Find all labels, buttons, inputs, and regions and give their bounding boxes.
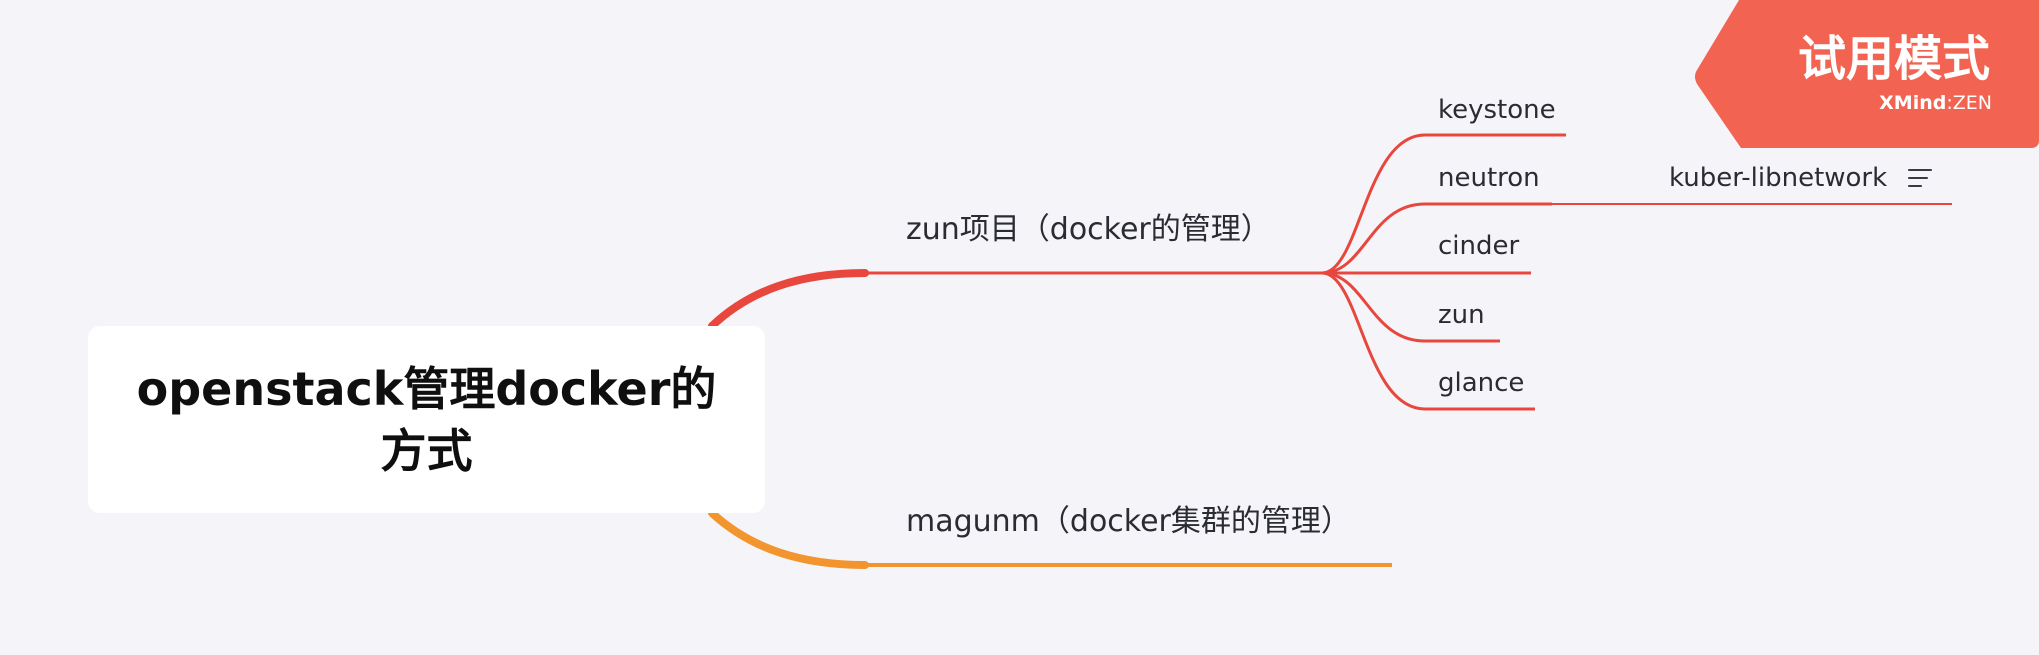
root-topic-label: openstack管理docker的方式: [136, 361, 717, 478]
subtopic-cinder[interactable]: cinder: [1438, 230, 1519, 262]
subtopic-glance[interactable]: glance: [1438, 367, 1524, 399]
trial-mode-text: 试用模式: [1797, 31, 1990, 87]
xmind-zen-logo: XMind:ZEN: [1879, 92, 1992, 114]
connector-keystone: [1321, 133, 1426, 275]
topic-magunm[interactable]: magunm（docker集群的管理）: [906, 504, 1351, 540]
root-topic[interactable]: openstack管理docker的方式: [88, 326, 765, 513]
connector-root-zun: [708, 269, 869, 330]
brand-bold: XMind: [1879, 92, 1947, 114]
subtopic-zun[interactable]: zun: [1438, 299, 1485, 331]
topic-zun-project[interactable]: zun项目（docker的管理）: [906, 212, 1271, 248]
brand-light: ZEN: [1952, 92, 1992, 114]
connector-root-magunm: [708, 509, 869, 569]
connector-glance: [1321, 271, 1426, 411]
subtopic-neutron[interactable]: neutron: [1438, 162, 1540, 194]
subtopic-kuber-libnetwork[interactable]: kuber-libnetwork: [1669, 162, 1887, 194]
mindmap-canvas: openstack管理docker的方式 zun项目（docker的管理） ma…: [0, 0, 2039, 655]
subtopic-keystone[interactable]: keystone: [1438, 94, 1556, 126]
trial-mode-badge[interactable]: 试用模式 XMind:ZEN: [1693, 0, 2039, 148]
note-lines-icon[interactable]: [1908, 168, 1934, 190]
